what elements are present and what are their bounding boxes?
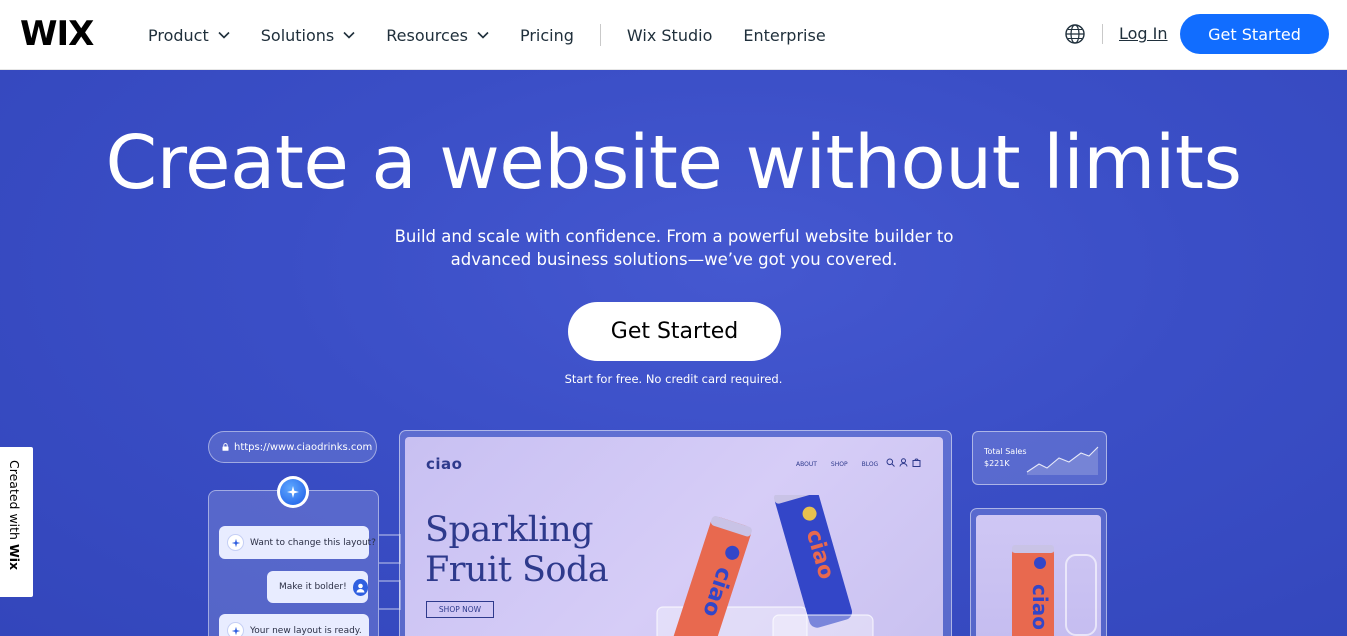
svg-text:ciao: ciao bbox=[1028, 584, 1052, 630]
nav-divider bbox=[599, 24, 601, 46]
nav-item-resources[interactable]: Resources bbox=[386, 26, 489, 45]
hero-subtitle-line: Build and scale with confidence. From a … bbox=[394, 227, 954, 246]
header-get-started-button[interactable]: Get Started bbox=[1180, 14, 1329, 54]
site-header: WIX Product Solutions Resources Pricing … bbox=[0, 0, 1347, 70]
url-text: https://www.ciaodrinks.com bbox=[234, 441, 373, 453]
site-nav-item: BLOG bbox=[861, 461, 879, 468]
site-nav-item: SHOP bbox=[830, 461, 848, 468]
sparkle-icon bbox=[227, 534, 244, 551]
hero-get-started-button[interactable]: Get Started bbox=[568, 302, 781, 361]
site-nav-item: ABOUT bbox=[796, 461, 817, 468]
header-divider bbox=[1102, 24, 1103, 44]
chat-message-ai: Want to change this layout? bbox=[219, 526, 376, 559]
main-nav: Product Solutions Resources Pricing Wix … bbox=[148, 22, 857, 48]
sparkle-icon bbox=[227, 622, 244, 636]
nav-item-product[interactable]: Product bbox=[148, 26, 230, 45]
badge-brand: Wix bbox=[7, 543, 22, 571]
stats-label: Total Sales bbox=[984, 447, 1027, 456]
user-icon bbox=[899, 458, 908, 467]
nav-item-enterprise[interactable]: Enterprise bbox=[743, 26, 825, 45]
total-sales-card: Total Sales $221K bbox=[972, 431, 1107, 485]
product-card: ciao bbox=[976, 515, 1101, 636]
nav-item-label: Pricing bbox=[519, 25, 574, 45]
hero-subtitle-line: advanced business solutions—we’ve got yo… bbox=[450, 250, 898, 269]
sales-trend-sparkline bbox=[1026, 446, 1099, 475]
soda-can-image: ciao bbox=[1012, 545, 1097, 636]
chevron-down-icon bbox=[477, 31, 489, 39]
chevron-down-icon bbox=[343, 31, 355, 39]
user-avatar-icon bbox=[352, 578, 368, 596]
chat-message-user: Make it bolder! bbox=[267, 571, 368, 603]
site-hero-title: Sparkling Fruit Soda bbox=[425, 510, 609, 590]
nav-item-label: Product bbox=[148, 25, 209, 45]
badge-prefix: Created with bbox=[7, 460, 22, 544]
site-header-icons bbox=[886, 458, 925, 467]
login-link[interactable]: Log In bbox=[1119, 24, 1168, 43]
nav-item-solutions[interactable]: Solutions bbox=[261, 26, 356, 45]
hero-subtitle: Build and scale with confidence. From a … bbox=[374, 225, 974, 271]
connector-line bbox=[379, 580, 401, 610]
nav-item-wix-studio[interactable]: Wix Studio bbox=[627, 26, 712, 45]
sparkle-icon bbox=[287, 486, 299, 498]
chat-message-text: Your new layout is ready. bbox=[250, 625, 362, 636]
url-bar: https://www.ciaodrinks.com bbox=[208, 431, 377, 463]
nav-item-label: Solutions bbox=[260, 25, 335, 45]
wix-logo[interactable]: WIX bbox=[20, 14, 94, 54]
search-icon bbox=[886, 458, 895, 467]
site-title-line: Fruit Soda bbox=[425, 550, 609, 590]
cart-icon bbox=[912, 458, 921, 467]
chat-message-text: Make it bolder! bbox=[279, 582, 347, 592]
site-preview: ciao ABOUT SHOP BLOG Sparkling Fruit Sod… bbox=[405, 437, 943, 636]
nav-item-label: Resources bbox=[386, 25, 468, 45]
hero-note: Start for free. No credit card required. bbox=[564, 372, 783, 386]
nav-item-label: Wix Studio bbox=[626, 25, 713, 45]
site-nav: ABOUT SHOP BLOG bbox=[796, 461, 892, 468]
chat-message-ai: Your new layout is ready. bbox=[219, 614, 369, 636]
ai-assistant-icon bbox=[277, 476, 309, 508]
globe-icon[interactable] bbox=[1063, 22, 1087, 46]
lock-icon bbox=[222, 443, 229, 451]
chat-message-text: Want to change this layout? bbox=[250, 537, 376, 548]
stats-value: $221K bbox=[984, 459, 1010, 468]
nav-item-pricing[interactable]: Pricing bbox=[520, 26, 574, 45]
badge-label: Created with Wix bbox=[7, 460, 22, 570]
connector-line bbox=[379, 534, 401, 564]
shop-now-button: SHOP NOW bbox=[426, 601, 494, 618]
chevron-down-icon bbox=[218, 31, 230, 39]
created-with-wix-badge[interactable]: Created with Wix bbox=[0, 447, 33, 597]
hero-title: Create a website without limits bbox=[105, 120, 1242, 206]
site-logo: ciao bbox=[426, 455, 463, 473]
site-title-line: Sparkling bbox=[425, 510, 594, 550]
nav-item-label: Enterprise bbox=[743, 25, 826, 45]
soda-cans-image: ciao ciao bbox=[656, 495, 874, 636]
